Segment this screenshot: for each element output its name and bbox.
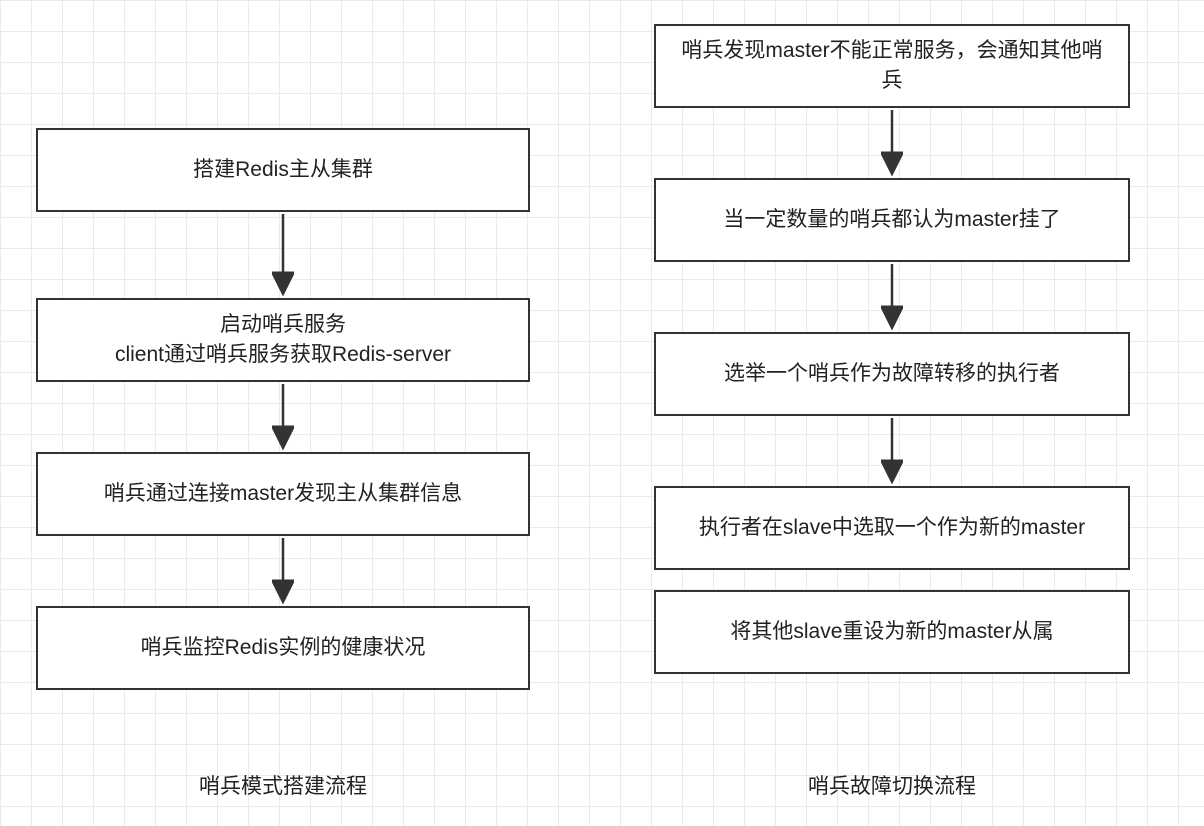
caption-right: 哨兵故障切换流程 bbox=[654, 770, 1130, 800]
arrow-down bbox=[36, 536, 530, 606]
step-text: 执行者在slave中选取一个作为新的master bbox=[699, 513, 1085, 543]
step-text: 选举一个哨兵作为故障转移的执行者 bbox=[724, 359, 1060, 389]
step-text: 哨兵发现master不能正常服务，会通知其他哨兵 bbox=[672, 36, 1112, 97]
step-text: 当一定数量的哨兵都认为master挂了 bbox=[723, 205, 1060, 235]
step-box: 执行者在slave中选取一个作为新的master bbox=[654, 486, 1130, 570]
flow-right: 哨兵发现master不能正常服务，会通知其他哨兵 当一定数量的哨兵都认为mast… bbox=[654, 24, 1130, 674]
step-box: 当一定数量的哨兵都认为master挂了 bbox=[654, 178, 1130, 262]
step-text: 哨兵通过连接master发现主从集群信息 bbox=[104, 479, 462, 509]
caption-left: 哨兵模式搭建流程 bbox=[36, 770, 530, 800]
arrow-down bbox=[654, 262, 1130, 332]
step-text: 启动哨兵服务client通过哨兵服务获取Redis-server bbox=[115, 310, 451, 371]
step-box: 哨兵通过连接master发现主从集群信息 bbox=[36, 452, 530, 536]
step-box: 哨兵监控Redis实例的健康状况 bbox=[36, 606, 530, 690]
step-box: 选举一个哨兵作为故障转移的执行者 bbox=[654, 332, 1130, 416]
step-text: 搭建Redis主从集群 bbox=[193, 155, 373, 185]
step-box: 启动哨兵服务client通过哨兵服务获取Redis-server bbox=[36, 298, 530, 382]
arrow-down bbox=[654, 416, 1130, 486]
step-text: 哨兵监控Redis实例的健康状况 bbox=[141, 633, 426, 663]
flow-left: 搭建Redis主从集群 启动哨兵服务client通过哨兵服务获取Redis-se… bbox=[36, 128, 530, 690]
step-box: 哨兵发现master不能正常服务，会通知其他哨兵 bbox=[654, 24, 1130, 108]
arrow-down bbox=[654, 108, 1130, 178]
arrow-down bbox=[36, 382, 530, 452]
step-box: 搭建Redis主从集群 bbox=[36, 128, 530, 212]
gap bbox=[654, 570, 1130, 590]
arrow-down bbox=[36, 212, 530, 298]
step-text: 将其他slave重设为新的master从属 bbox=[730, 617, 1053, 647]
step-box: 将其他slave重设为新的master从属 bbox=[654, 590, 1130, 674]
